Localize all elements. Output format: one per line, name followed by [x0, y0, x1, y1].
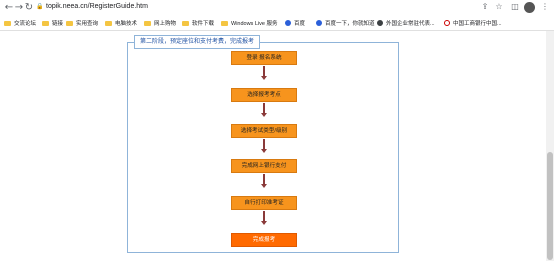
lock-icon[interactable]: 🔒: [36, 3, 43, 10]
bookmark-folder[interactable]: 实用查询: [66, 18, 98, 28]
scrollbar-thumb[interactable]: [547, 152, 553, 260]
step-online-payment: 完成网上银行支付: [231, 159, 297, 173]
arrow-down-icon: [261, 76, 267, 80]
folder-icon: [182, 20, 189, 26]
bank-icon: [444, 20, 450, 26]
bookmark-link[interactable]: 百度: [285, 18, 305, 28]
baidu-paw-icon: [316, 20, 322, 26]
bookmark-folder[interactable]: 链接: [42, 18, 63, 28]
bookmark-label: Windows Live 服务: [231, 21, 278, 27]
star-icon[interactable]: ☆: [494, 2, 504, 11]
bookmark-folder[interactable]: 网上购物: [144, 18, 176, 28]
reload-icon[interactable]: ↻: [23, 2, 35, 14]
bookmark-label: 链接: [52, 21, 64, 27]
folder-icon: [4, 20, 11, 26]
sidebar-icon[interactable]: ◫: [510, 2, 520, 11]
bookmark-label: 实用查询: [76, 21, 99, 27]
arrow-down-icon: [261, 221, 267, 225]
folder-icon: [42, 20, 49, 26]
bookmark-label: 软件下载: [192, 21, 215, 27]
folder-icon: [221, 20, 228, 26]
bookmark-label: 交流论坛: [14, 21, 37, 27]
baidu-paw-icon: [285, 20, 291, 26]
folder-icon: [105, 20, 112, 26]
bookmark-folder[interactable]: 交流论坛: [4, 18, 36, 28]
profile-avatar[interactable]: [524, 2, 535, 13]
bookmark-folder[interactable]: Windows Live 服务: [221, 18, 277, 28]
step-complete: 完成报考: [231, 233, 297, 247]
bookmark-link[interactable]: 中国工商银行中国...: [444, 18, 502, 28]
menu-icon[interactable]: ⋮: [540, 2, 550, 11]
bookmark-label: 百度: [294, 21, 306, 27]
folder-icon: [144, 20, 151, 26]
step-select-level: 选择考试类型/级别: [231, 124, 297, 138]
bookmark-label: 百度一下，你就知道: [325, 21, 375, 27]
bookmark-folder[interactable]: 电脑技术: [105, 18, 137, 28]
browser-toolbar: ← → ↻ 🔒 topik.neea.cn/RegisterGuide.htm …: [0, 0, 554, 16]
folder-icon: [66, 20, 73, 26]
address-bar[interactable]: topik.neea.cn/RegisterGuide.htm: [46, 3, 148, 10]
section-title: 第二阶段，预定座位和支付考费，完成报考: [134, 35, 261, 49]
bookmark-label: 电脑技术: [115, 21, 138, 27]
step-select-venue: 选择报考考点: [231, 88, 297, 102]
arrow-down-icon: [261, 149, 267, 153]
globe-icon: [377, 20, 383, 26]
bookmark-label: 外国企业常驻代表...: [386, 21, 435, 27]
bookmark-link[interactable]: 外国企业常驻代表...: [377, 18, 435, 28]
share-icon[interactable]: ⇪: [480, 2, 490, 11]
bookmark-label: 中国工商银行中国...: [453, 21, 502, 27]
bookmarks-bar: 交流论坛 链接 实用查询 电脑技术 网上购物 软件下载 Windows Live…: [0, 16, 554, 31]
bookmark-link[interactable]: 百度一下，你就知道: [316, 18, 375, 28]
bookmark-label: 网上购物: [154, 21, 177, 27]
bookmark-folder[interactable]: 软件下载: [182, 18, 214, 28]
arrow-down-icon: [261, 113, 267, 117]
step-print-admission: 自行打印准考证: [231, 196, 297, 210]
step-login: 登录 报名系统: [231, 51, 297, 65]
arrow-down-icon: [261, 184, 267, 188]
